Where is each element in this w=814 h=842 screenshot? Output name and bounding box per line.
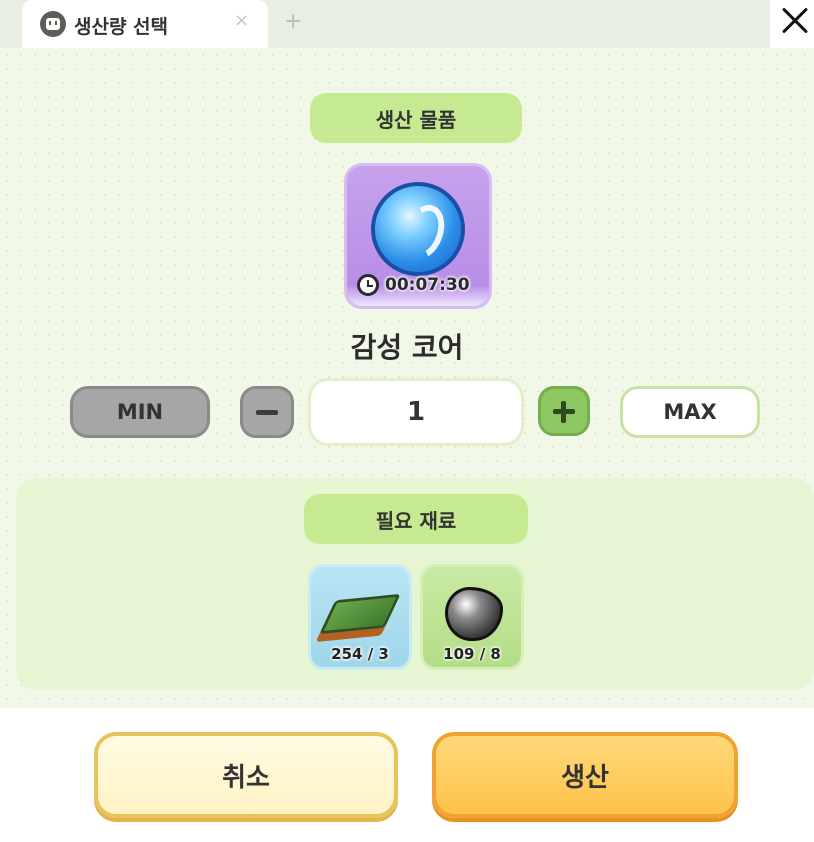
material-count: 254 / 3	[331, 645, 389, 663]
produce-button[interactable]: 생산	[432, 732, 738, 818]
materials-header: 필요 재료	[304, 494, 528, 544]
ore-icon	[445, 587, 503, 641]
board-icon	[319, 593, 401, 635]
tab-title: 생산량 선택	[74, 16, 169, 38]
max-button[interactable]: MAX	[620, 386, 760, 438]
min-button[interactable]: MIN	[70, 386, 210, 438]
material-slot-ore[interactable]: 109 / 8	[420, 564, 524, 670]
tab-production-select[interactable]: 생산량 선택 ×	[22, 0, 268, 48]
robot-icon	[40, 11, 66, 37]
quantity-input[interactable]	[308, 378, 524, 446]
production-timer: 00:07:30	[357, 274, 470, 296]
production-dialog: 생산량 선택 × + 생산 물품 00:07:30 감성 코어 MIN MAX …	[0, 0, 814, 842]
tab-close-icon[interactable]: ×	[234, 10, 249, 31]
produce-item-card: 00:07:30	[344, 163, 492, 309]
alarm-clock-icon	[357, 274, 379, 296]
produce-item-header: 생산 물품	[310, 93, 522, 143]
timer-text: 00:07:30	[385, 275, 470, 295]
material-count: 109 / 8	[443, 645, 501, 663]
material-slot-board[interactable]: 254 / 3	[308, 564, 412, 670]
tab-bar: 생산량 선택 × +	[0, 0, 814, 48]
add-tab-icon[interactable]: +	[284, 9, 302, 34]
emotion-core-icon	[371, 182, 465, 276]
content-panel: 생산 물품 00:07:30 감성 코어 MIN MAX 필요 재료 254 /…	[0, 48, 814, 708]
item-name: 감성 코어	[350, 331, 464, 364]
cancel-button[interactable]: 취소	[94, 732, 398, 818]
minus-button[interactable]	[240, 386, 294, 438]
close-icon[interactable]	[772, 0, 814, 42]
plus-button[interactable]	[538, 386, 590, 436]
